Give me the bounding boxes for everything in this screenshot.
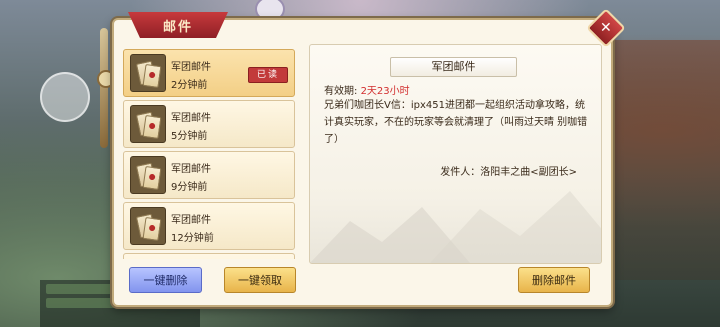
mail-title: 军团邮件: [171, 164, 211, 175]
mail-time: 5分钟前: [171, 131, 208, 142]
mail-detail-pane: 军团邮件 有效期: 2天23小时 兄弟们咖团长V信：ipx451进团都一起组织活…: [309, 44, 602, 264]
mail-list[interactable]: 军团邮件 2分钟前 已读 军团邮件 5分钟前 军团邮件 9分钟前 军团邮件 12…: [123, 47, 297, 259]
window-title-tab: 邮件: [128, 12, 228, 38]
mail-time: 2分钟前: [171, 80, 208, 91]
mail-list-item[interactable]: 军团邮件 2分钟前 已读: [123, 49, 295, 97]
mail-envelope-icon: [130, 156, 166, 194]
wax-seal-icon: [148, 122, 156, 130]
validity-value: 2天23小时: [360, 86, 410, 97]
wax-seal-icon: [148, 224, 156, 232]
scene-right-backdrop: [615, 40, 720, 280]
mail-list-item[interactable]: 军团邮件 12分钟前: [123, 202, 295, 250]
mail-validity: 有效期: 2天23小时: [324, 82, 410, 97]
mail-title: 军团邮件: [171, 215, 211, 226]
claim-all-button[interactable]: 一键领取: [224, 267, 296, 293]
mail-time: 12分钟前: [171, 233, 214, 244]
delete-all-button[interactable]: 一键删除: [129, 267, 202, 293]
mail-detail-title: 军团邮件: [390, 57, 517, 77]
window-title: 邮件: [162, 19, 193, 35]
mail-envelope-icon: [130, 105, 166, 143]
mail-list-item[interactable]: 军团邮件 5分钟前: [123, 100, 295, 148]
mail-list-item-partial[interactable]: [123, 253, 295, 259]
delete-mail-button[interactable]: 删除邮件: [518, 267, 590, 293]
validity-label: 有效期:: [324, 86, 358, 97]
mail-envelope-icon: [130, 207, 166, 245]
mail-envelope-icon: [130, 54, 166, 92]
ink-mountain-decoration: [430, 191, 601, 263]
hanging-scroll-decoration: [100, 28, 108, 148]
wax-seal-icon: [148, 173, 156, 181]
mail-list-item[interactable]: 军团邮件 9分钟前: [123, 151, 295, 199]
read-status-badge: 已读: [248, 67, 288, 83]
virtual-joystick[interactable]: [40, 72, 90, 122]
close-icon: ✕: [600, 19, 612, 36]
wax-seal-icon: [148, 71, 156, 79]
mail-sender: 发件人：洛阳丰之曲<副团长>: [440, 167, 577, 178]
mail-time: 9分钟前: [171, 182, 208, 193]
mail-title: 军团邮件: [171, 62, 211, 73]
mail-body: 兄弟们咖团长V信：ipx451进团都一起组织活动拿攻略，统计真实玩家，不在的玩家…: [324, 100, 588, 145]
mail-title: 军团邮件: [171, 113, 211, 124]
